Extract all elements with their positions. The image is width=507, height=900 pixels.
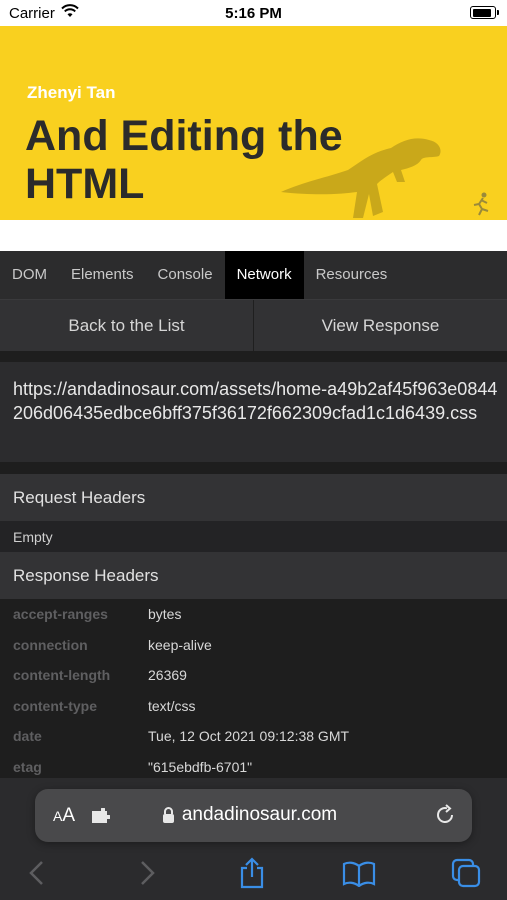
- header-key: date: [13, 728, 42, 744]
- back-arrow-icon[interactable]: [27, 860, 47, 886]
- header-value: bytes: [148, 606, 182, 622]
- response-headers-section: Response Headers: [0, 552, 507, 599]
- clock: 5:16 PM: [225, 5, 282, 22]
- header-row: content-length 26369: [0, 660, 507, 691]
- tab-network[interactable]: Network: [224, 251, 304, 299]
- article-hero-banner: Zhenyi Tan And Editing the HTML: [0, 26, 507, 220]
- header-key: content-length: [13, 667, 111, 683]
- request-headers-title: Request Headers: [13, 488, 146, 507]
- header-value: "615ebdfb-6701": [148, 758, 253, 775]
- forward-arrow-icon[interactable]: [137, 860, 157, 886]
- header-key: accept-ranges: [13, 606, 108, 622]
- tab-resources[interactable]: Resources: [304, 251, 400, 299]
- hero-author: Zhenyi Tan: [27, 83, 116, 102]
- bookmarks-icon[interactable]: [342, 861, 376, 887]
- request-url: https://andadinosaur.com/assets/home-a49…: [13, 379, 498, 423]
- page-gap: [0, 220, 507, 251]
- tab-dom[interactable]: DOM: [0, 251, 59, 299]
- reload-icon[interactable]: [434, 804, 456, 826]
- dinosaur-illustration: [281, 138, 441, 218]
- back-to-list-button[interactable]: Back to the List: [0, 300, 253, 351]
- network-actions: Back to the List View Response: [0, 299, 507, 351]
- header-value: 26369: [148, 667, 187, 683]
- status-bar: Carrier 5:16 PM: [0, 0, 507, 26]
- header-row: content-type text/css: [0, 691, 507, 722]
- header-value: keep-alive: [148, 636, 212, 653]
- response-headers-list: accept-ranges bytes connection keep-aliv…: [0, 599, 507, 782]
- tab-console[interactable]: Console: [146, 251, 225, 299]
- address-domain: andadinosaur.com: [181, 804, 338, 825]
- header-key: content-type: [13, 697, 97, 714]
- header-key: connection: [13, 636, 88, 653]
- response-headers-title: Response Headers: [13, 566, 159, 585]
- header-row: connection keep-alive: [0, 630, 507, 661]
- request-headers-section: Request Headers: [0, 474, 507, 521]
- header-row: accept-ranges bytes: [0, 599, 507, 630]
- header-value: Tue, 12 Oct 2021 09:12:38 GMT: [148, 728, 350, 744]
- runner-icon: [473, 192, 489, 216]
- address-bar[interactable]: AA andadinosaur.com: [35, 789, 472, 842]
- battery-icon: [470, 6, 499, 19]
- request-headers-empty: Empty: [0, 521, 507, 552]
- header-key: etag: [13, 758, 42, 775]
- header-value: text/css: [148, 697, 196, 714]
- tabs-icon[interactable]: [451, 858, 481, 888]
- tab-elements[interactable]: Elements: [59, 251, 146, 299]
- empty-label: Empty: [13, 529, 53, 545]
- share-icon[interactable]: [238, 857, 266, 889]
- inspector-tabs: DOM Elements Console Network Resources: [0, 251, 507, 299]
- request-url-panel: https://andadinosaur.com/assets/home-a49…: [0, 362, 507, 462]
- header-row: date Tue, 12 Oct 2021 09:12:38 GMT: [0, 721, 507, 752]
- view-response-button[interactable]: View Response: [254, 300, 507, 351]
- browser-toolbar: AA andadinosaur.com: [0, 778, 507, 900]
